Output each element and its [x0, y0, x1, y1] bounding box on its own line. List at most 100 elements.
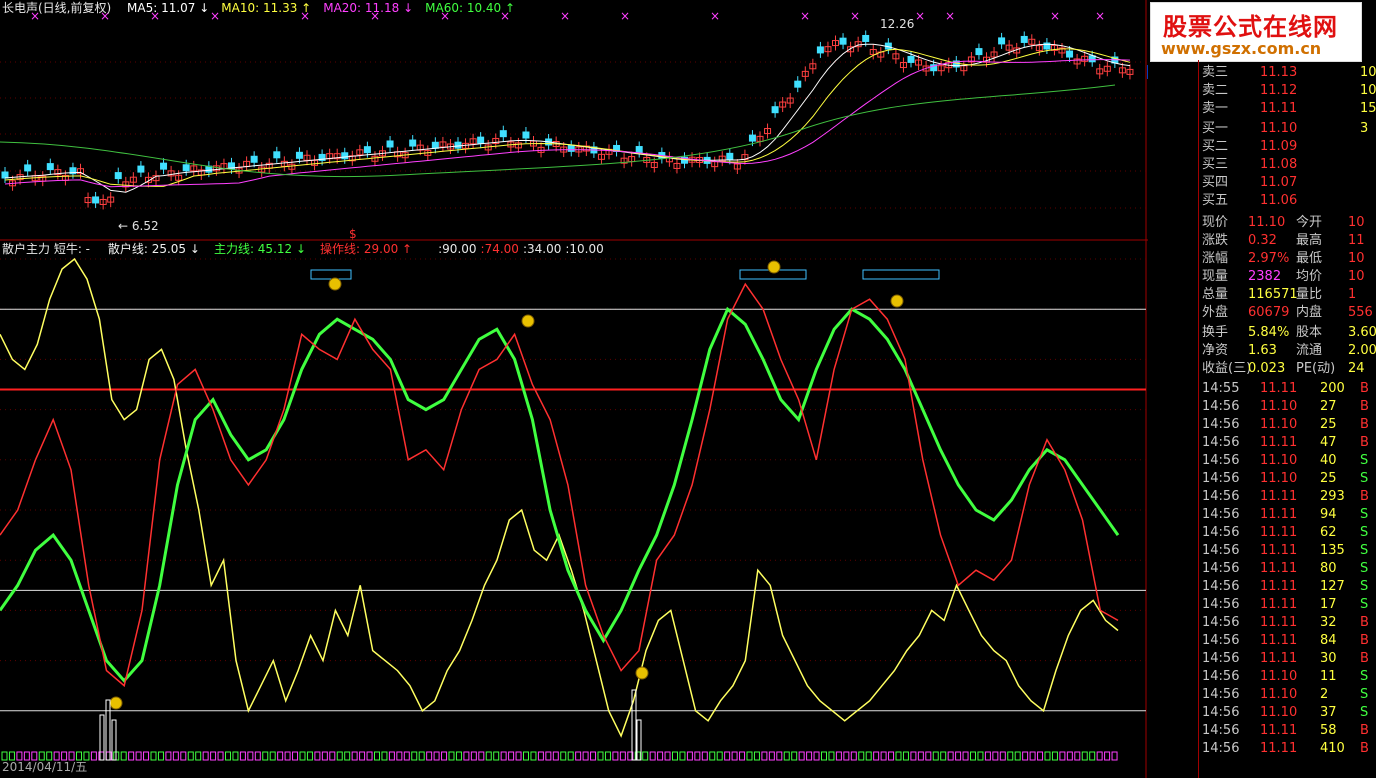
volume-bar [962, 751, 969, 761]
order-price: 11.13 [1260, 65, 1298, 80]
order-label: 卖二 [1202, 83, 1229, 98]
volume-bar [582, 751, 589, 761]
buy-row[interactable]: 买一 11.10 3 [1200, 120, 1376, 138]
order-label: 买一 [1202, 121, 1229, 136]
volume-bar [835, 751, 842, 761]
volume-bar [172, 751, 179, 761]
tick-row[interactable]: 14:56 11.10 27 B [1200, 398, 1376, 416]
tick-row[interactable]: 14:56 11.10 40 S [1200, 452, 1376, 470]
tick-volume: 58 [1320, 723, 1337, 738]
candle-body [499, 130, 507, 138]
order-volume: 15 [1360, 101, 1376, 116]
volume-bar [649, 751, 656, 761]
candle-body [1066, 50, 1074, 58]
order-price: 11.08 [1260, 157, 1298, 172]
quote-row[interactable]: 现价 11.10 今开 10 [1200, 214, 1376, 232]
volume-bar [1007, 751, 1014, 761]
sell-row[interactable]: 卖三 11.13 10 [1200, 64, 1376, 82]
tick-row[interactable]: 14:56 11.11 293 B [1200, 488, 1376, 506]
volume-bar [850, 751, 857, 761]
signal-marker: × [620, 9, 630, 23]
tick-row[interactable]: 14:56 11.10 25 B [1200, 416, 1376, 434]
candle-body [137, 165, 145, 173]
tick-side: B [1360, 489, 1369, 504]
fin-label: PE(动) [1296, 361, 1336, 376]
signal-marker: × [800, 9, 810, 23]
tick-row[interactable]: 14:56 11.11 84 B [1200, 632, 1376, 650]
low-annotation: ← 6.52 [118, 219, 159, 233]
fin-row[interactable]: 收益(三) 0.023 PE(动) 24 [1200, 360, 1376, 378]
chart-area[interactable]: 10.009.008.007.0010.51← 6.5212.26$××××××… [0, 0, 1148, 778]
order-price: 11.07 [1260, 175, 1298, 190]
tick-row[interactable]: 14:56 11.11 410 B [1200, 740, 1376, 758]
tick-row[interactable]: 14:56 11.11 80 S [1200, 560, 1376, 578]
tick-time: 14:55 [1202, 381, 1240, 396]
tick-row[interactable]: 14:56 11.11 58 B [1200, 722, 1376, 740]
quote-row[interactable]: 涨跌 0.32 最高 11 [1200, 232, 1376, 250]
tick-side: S [1360, 453, 1369, 468]
buy-row[interactable]: 买二 11.09 [1200, 138, 1376, 156]
operation-line [0, 282, 1119, 688]
tick-row[interactable]: 14:56 11.10 2 S [1200, 686, 1376, 704]
quote-row[interactable]: 外盘 60679 内盘 556 [1200, 304, 1376, 322]
volume-bar [105, 751, 112, 761]
tick-side: B [1360, 633, 1369, 648]
tick-row[interactable]: 14:56 11.11 135 S [1200, 542, 1376, 560]
order-label: 买五 [1202, 193, 1229, 208]
volume-bar [418, 751, 425, 761]
signal-marker: × [710, 9, 720, 23]
volume-bar [351, 751, 358, 761]
tick-volume: 80 [1320, 561, 1337, 576]
fin-row[interactable]: 换手 5.84% 股本 3.60 [1200, 324, 1376, 342]
volume-bar [16, 751, 23, 761]
quote-label: 量比 [1296, 287, 1323, 302]
indicator-legend-item: 主力线: 45.12 ↓ [213, 242, 307, 256]
volume-bar [1044, 751, 1051, 761]
tick-row[interactable]: 14:56 11.11 30 B [1200, 650, 1376, 668]
volume-bar [545, 751, 552, 761]
sell-row[interactable]: 卖二 11.12 10 [1200, 82, 1376, 100]
volume-bar [865, 751, 872, 761]
tick-row[interactable]: 14:56 11.11 47 B [1200, 434, 1376, 452]
fin-row[interactable]: 净资 1.63 流通 2.00 [1200, 342, 1376, 360]
volume-bar [955, 751, 962, 761]
tick-row[interactable]: 14:56 11.10 37 S [1200, 704, 1376, 722]
candle-body [748, 134, 756, 142]
tick-row[interactable]: 14:56 11.11 32 B [1200, 614, 1376, 632]
quote-row[interactable]: 涨幅 2.97% 最低 10 [1200, 250, 1376, 268]
candle-body [409, 139, 417, 147]
volume-bar [843, 751, 850, 761]
tick-row[interactable]: 14:56 11.10 11 S [1200, 668, 1376, 686]
buy-row[interactable]: 买五 11.06 [1200, 192, 1376, 210]
volume-bar [135, 751, 142, 761]
volume-bar [1051, 751, 1058, 761]
candle-body [794, 80, 802, 88]
tick-row[interactable]: 14:56 11.11 127 S [1200, 578, 1376, 596]
tick-row[interactable]: 14:56 11.11 94 S [1200, 506, 1376, 524]
quote-row[interactable]: 总量 116571 量比 1 [1200, 286, 1376, 304]
volume-bar [888, 751, 895, 761]
quote-value: 1 [1348, 287, 1357, 302]
volume-bar [500, 751, 507, 761]
volume-bar [917, 751, 924, 761]
tick-volume: 94 [1320, 507, 1337, 522]
sell-row[interactable]: 卖一 11.11 15 [1200, 100, 1376, 118]
volume-bar [880, 751, 887, 761]
tick-row[interactable]: 14:56 11.11 17 S [1200, 596, 1376, 614]
tick-row[interactable]: 14:56 11.11 62 S [1200, 524, 1376, 542]
volume-bar [180, 751, 187, 761]
ma20-line [4, 59, 1131, 188]
quote-row[interactable]: 现量 2382 均价 10 [1200, 268, 1376, 286]
volume-bar [567, 751, 574, 761]
buy-row[interactable]: 买三 11.08 [1200, 156, 1376, 174]
tick-row[interactable]: 14:56 11.10 25 S [1200, 470, 1376, 488]
indicator-level-label: :10.00 [565, 242, 604, 256]
tick-volume: 40 [1320, 453, 1337, 468]
buy-row[interactable]: 买四 11.07 [1200, 174, 1376, 192]
tick-volume: 25 [1320, 471, 1337, 486]
tick-time: 14:56 [1202, 561, 1240, 576]
volume-bar [977, 751, 984, 761]
volume-bar [441, 751, 448, 761]
tick-side: B [1360, 741, 1369, 756]
tick-row[interactable]: 14:55 11.11 200 B [1200, 380, 1376, 398]
